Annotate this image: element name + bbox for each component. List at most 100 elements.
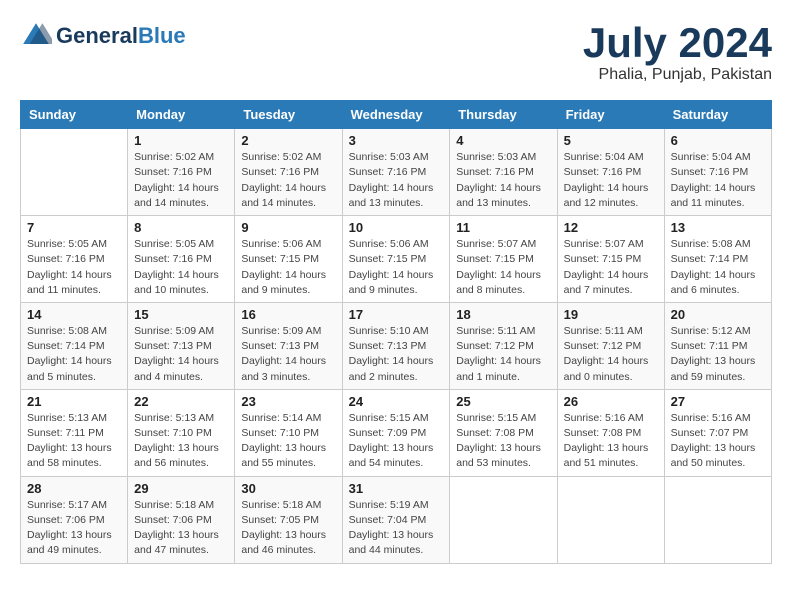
day-info: Sunrise: 5:04 AM Sunset: 7:16 PM Dayligh… [671,150,765,211]
calendar-cell: 10 Sunrise: 5:06 AM Sunset: 7:15 PM Dayli… [342,216,450,303]
day-number: 8 [134,220,228,235]
day-number: 29 [134,481,228,496]
day-info: Sunrise: 5:03 AM Sunset: 7:16 PM Dayligh… [456,150,550,211]
calendar-cell [21,129,128,216]
calendar-week-row: 21 Sunrise: 5:13 AM Sunset: 7:11 PM Dayli… [21,389,772,476]
day-number: 24 [349,394,444,409]
calendar-cell: 20 Sunrise: 5:12 AM Sunset: 7:11 PM Dayli… [664,302,771,389]
calendar-cell: 14 Sunrise: 5:08 AM Sunset: 7:14 PM Dayli… [21,302,128,389]
calendar-cell: 18 Sunrise: 5:11 AM Sunset: 7:12 PM Dayli… [450,302,557,389]
day-number: 31 [349,481,444,496]
calendar-cell: 12 Sunrise: 5:07 AM Sunset: 7:15 PM Dayli… [557,216,664,303]
logo-icon [20,20,52,52]
calendar-cell: 5 Sunrise: 5:04 AM Sunset: 7:16 PM Daylig… [557,129,664,216]
day-info: Sunrise: 5:03 AM Sunset: 7:16 PM Dayligh… [349,150,444,211]
day-number: 15 [134,307,228,322]
day-info: Sunrise: 5:06 AM Sunset: 7:15 PM Dayligh… [349,237,444,298]
day-number: 16 [241,307,335,322]
day-number: 11 [456,220,550,235]
calendar-cell: 1 Sunrise: 5:02 AM Sunset: 7:16 PM Daylig… [128,129,235,216]
day-info: Sunrise: 5:04 AM Sunset: 7:16 PM Dayligh… [564,150,658,211]
day-info: Sunrise: 5:09 AM Sunset: 7:13 PM Dayligh… [134,324,228,385]
day-number: 12 [564,220,658,235]
day-number: 20 [671,307,765,322]
calendar-cell: 6Sunrise: 5:04 AM Sunset: 7:16 PM Daylig… [664,129,771,216]
day-info: Sunrise: 5:15 AM Sunset: 7:09 PM Dayligh… [349,411,444,472]
day-info: Sunrise: 5:05 AM Sunset: 7:16 PM Dayligh… [134,237,228,298]
day-info: Sunrise: 5:17 AM Sunset: 7:06 PM Dayligh… [27,498,121,559]
day-info: Sunrise: 5:19 AM Sunset: 7:04 PM Dayligh… [349,498,444,559]
day-info: Sunrise: 5:16 AM Sunset: 7:08 PM Dayligh… [564,411,658,472]
weekday-header: Sunday [21,101,128,129]
day-info: Sunrise: 5:09 AM Sunset: 7:13 PM Dayligh… [241,324,335,385]
day-info: Sunrise: 5:07 AM Sunset: 7:15 PM Dayligh… [564,237,658,298]
day-number: 1 [134,133,228,148]
weekday-header: Thursday [450,101,557,129]
calendar-cell: 28Sunrise: 5:17 AM Sunset: 7:06 PM Dayli… [21,476,128,563]
day-info: Sunrise: 5:13 AM Sunset: 7:11 PM Dayligh… [27,411,121,472]
calendar-table: SundayMondayTuesdayWednesdayThursdayFrid… [20,100,772,563]
day-number: 26 [564,394,658,409]
weekday-header: Saturday [664,101,771,129]
day-info: Sunrise: 5:11 AM Sunset: 7:12 PM Dayligh… [456,324,550,385]
calendar-cell: 15 Sunrise: 5:09 AM Sunset: 7:13 PM Dayli… [128,302,235,389]
calendar-week-row: 1 Sunrise: 5:02 AM Sunset: 7:16 PM Daylig… [21,129,772,216]
calendar-cell: 26 Sunrise: 5:16 AM Sunset: 7:08 PM Dayli… [557,389,664,476]
day-info: Sunrise: 5:18 AM Sunset: 7:06 PM Dayligh… [134,498,228,559]
day-number: 3 [349,133,444,148]
day-info: Sunrise: 5:08 AM Sunset: 7:14 PM Dayligh… [27,324,121,385]
day-number: 17 [349,307,444,322]
calendar-cell: 19Sunrise: 5:11 AM Sunset: 7:12 PM Dayli… [557,302,664,389]
calendar-cell: 13Sunrise: 5:08 AM Sunset: 7:14 PM Dayli… [664,216,771,303]
logo: GeneralBlue [20,20,186,52]
calendar-cell: 16 Sunrise: 5:09 AM Sunset: 7:13 PM Dayli… [235,302,342,389]
calendar-week-row: 28Sunrise: 5:17 AM Sunset: 7:06 PM Dayli… [21,476,772,563]
day-number: 19 [564,307,658,322]
calendar-week-row: 7Sunrise: 5:05 AM Sunset: 7:16 PM Daylig… [21,216,772,303]
weekday-header: Friday [557,101,664,129]
weekday-header: Monday [128,101,235,129]
day-number: 21 [27,394,121,409]
calendar-cell: 2Sunrise: 5:02 AM Sunset: 7:16 PM Daylig… [235,129,342,216]
location: Phalia, Punjab, Pakistan [583,66,772,84]
day-info: Sunrise: 5:02 AM Sunset: 7:16 PM Dayligh… [134,150,228,211]
page-header: GeneralBlue July 2024 Phalia, Punjab, Pa… [20,20,772,84]
calendar-cell: 29 Sunrise: 5:18 AM Sunset: 7:06 PM Dayli… [128,476,235,563]
day-number: 22 [134,394,228,409]
day-info: Sunrise: 5:15 AM Sunset: 7:08 PM Dayligh… [456,411,550,472]
day-info: Sunrise: 5:06 AM Sunset: 7:15 PM Dayligh… [241,237,335,298]
day-number: 9 [241,220,335,235]
day-info: Sunrise: 5:14 AM Sunset: 7:10 PM Dayligh… [241,411,335,472]
calendar-cell: 21 Sunrise: 5:13 AM Sunset: 7:11 PM Dayli… [21,389,128,476]
day-number: 5 [564,133,658,148]
calendar-cell [557,476,664,563]
day-number: 4 [456,133,550,148]
calendar-cell: 11 Sunrise: 5:07 AM Sunset: 7:15 PM Dayli… [450,216,557,303]
calendar-cell: 31 Sunrise: 5:19 AM Sunset: 7:04 PM Dayli… [342,476,450,563]
weekday-header-row: SundayMondayTuesdayWednesdayThursdayFrid… [21,101,772,129]
calendar-cell: 27 Sunrise: 5:16 AM Sunset: 7:07 PM Dayli… [664,389,771,476]
day-number: 25 [456,394,550,409]
day-number: 18 [456,307,550,322]
calendar-cell: 7Sunrise: 5:05 AM Sunset: 7:16 PM Daylig… [21,216,128,303]
day-info: Sunrise: 5:08 AM Sunset: 7:14 PM Dayligh… [671,237,765,298]
day-number: 14 [27,307,121,322]
calendar-cell: 30Sunrise: 5:18 AM Sunset: 7:05 PM Dayli… [235,476,342,563]
month-title: July 2024 [583,20,772,66]
day-number: 23 [241,394,335,409]
day-info: Sunrise: 5:10 AM Sunset: 7:13 PM Dayligh… [349,324,444,385]
day-info: Sunrise: 5:02 AM Sunset: 7:16 PM Dayligh… [241,150,335,211]
day-info: Sunrise: 5:07 AM Sunset: 7:15 PM Dayligh… [456,237,550,298]
calendar-cell: 8 Sunrise: 5:05 AM Sunset: 7:16 PM Daylig… [128,216,235,303]
weekday-header: Wednesday [342,101,450,129]
day-info: Sunrise: 5:12 AM Sunset: 7:11 PM Dayligh… [671,324,765,385]
day-info: Sunrise: 5:18 AM Sunset: 7:05 PM Dayligh… [241,498,335,559]
day-info: Sunrise: 5:16 AM Sunset: 7:07 PM Dayligh… [671,411,765,472]
weekday-header: Tuesday [235,101,342,129]
calendar-cell: 25 Sunrise: 5:15 AM Sunset: 7:08 PM Dayli… [450,389,557,476]
day-number: 27 [671,394,765,409]
day-number: 10 [349,220,444,235]
calendar-cell: 9 Sunrise: 5:06 AM Sunset: 7:15 PM Daylig… [235,216,342,303]
calendar-cell [450,476,557,563]
day-info: Sunrise: 5:13 AM Sunset: 7:10 PM Dayligh… [134,411,228,472]
